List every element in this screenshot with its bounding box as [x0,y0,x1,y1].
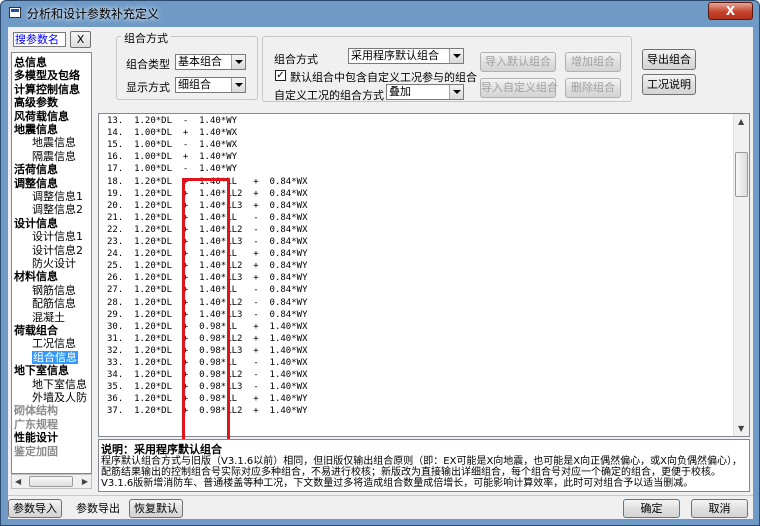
custom-combo-value: 叠加 [389,85,411,98]
search-input[interactable]: 搜参数名 [13,32,66,47]
import-default-button[interactable]: 导入默认组合 [480,52,556,72]
combination-row[interactable]: 15. 1.00*DL - 1.40*WX [107,139,237,151]
scroll-left-icon[interactable]: ◀ [15,477,21,486]
tree-category[interactable]: 砌体结构 [14,404,58,417]
description-text: 程序默认组合方式与旧版（V3.1.6以前）相同，但旧版仅输出组合原则（即：EX可… [101,456,743,489]
tree-item[interactable]: 设计信息1 [32,230,83,243]
ok-button[interactable]: 确定 [623,499,680,518]
custom-combo-label: 自定义工况的组合方式 [274,89,384,102]
tree-item[interactable]: 混凝土 [32,311,65,324]
delete-combo-button[interactable]: 删除组合 [565,78,621,98]
tree-category[interactable]: 荷载组合 [14,324,58,337]
param-tree[interactable]: 总信息 多模型及包络 计算控制信息 高级参数 风荷载信息 地震信息 地震信息 隔震信息 活荷信息… [11,52,92,474]
tree-item[interactable]: 组合信息 [32,350,78,364]
window-title: 分析和设计参数补充定义 [27,7,160,21]
tree-item[interactable]: 地震信息 [32,136,76,149]
chevron-down-icon[interactable] [449,49,463,63]
scroll-down-icon[interactable]: ▼ [738,424,744,433]
description-title: 说明：采用程序默认组合 [101,443,222,456]
add-combo-button[interactable]: 增加组合 [565,52,621,72]
tree-item[interactable]: 外墙及人防 [32,391,87,404]
title-bar[interactable]: 分析和设计参数补充定义 X [1,1,759,25]
tree-item[interactable]: 隔震信息 [32,150,76,163]
combo-type-select[interactable]: 基本组合 [175,54,246,70]
tree-category[interactable]: 材料信息 [14,270,58,283]
description-panel: 说明：采用程序默认组合 程序默认组合方式与旧版（V3.1.6以前）相同，但旧版仅… [98,439,750,492]
export-combo-button[interactable]: 导出组合 [642,49,696,70]
chevron-down-icon[interactable] [231,78,245,92]
tree-category[interactable]: 多模型及包络 [14,69,80,82]
param-export-button[interactable]: 参数导出 [71,499,125,518]
combo-method-select[interactable]: 采用程序默认组合 [348,48,464,64]
restore-default-button[interactable]: 恢复默认 [129,499,183,518]
chevron-down-icon[interactable] [231,55,245,69]
scroll-thumb[interactable] [29,476,73,487]
list-vertical-scrollbar[interactable]: ▲ ▼ [733,114,749,436]
tree-category[interactable]: 广东规程 [14,418,58,431]
tree-item[interactable]: 设计信息2 [32,244,83,257]
combo-type-label: 组合类型 [126,58,170,71]
custom-combo-select[interactable]: 叠加 [386,84,464,100]
tree-item[interactable]: 地下室信息 [32,378,87,391]
tree-item[interactable]: 配筋信息 [32,297,76,310]
combo-method-value: 采用程序默认组合 [351,49,439,62]
clear-search-button[interactable]: X [70,31,91,48]
include-custom-label: 默认组合中包含自定义工况参与的组合 [290,71,477,84]
display-mode-select[interactable]: 细组合 [175,77,246,93]
param-import-button[interactable]: 参数导入 [8,499,62,518]
tree-item[interactable]: 防火设计 [32,257,76,270]
tree-category[interactable]: 地震信息 [14,123,58,136]
tree-category[interactable]: 总信息 [14,56,47,69]
app-icon [9,7,21,18]
footer-divider [8,495,753,496]
combo-group-title: 组合方式 [121,30,171,46]
tree-item[interactable]: 调整信息1 [32,190,83,203]
tree-category[interactable]: 调整信息 [14,177,58,190]
import-custom-button[interactable]: 导入自定义组合 [480,78,558,98]
combination-row[interactable]: 16. 1.00*DL + 1.40*WY [107,151,237,163]
cancel-button[interactable]: 取消 [691,499,748,518]
tree-category[interactable]: 计算控制信息 [14,83,80,96]
scroll-right-icon[interactable]: ▶ [82,477,88,486]
include-custom-checkbox[interactable]: ✓ [275,70,286,81]
combo-method-label: 组合方式 [274,53,318,66]
display-mode-label: 显示方式 [126,81,170,94]
dialog-client: 搜参数名 X 总信息 多模型及包络 计算控制信息 高级参数 风荷载信息 地震信息 地震信息隔… [8,27,753,519]
tree-item[interactable]: 调整信息2 [32,203,83,216]
tree-category[interactable]: 设计信息 [14,217,58,230]
scroll-up-icon[interactable]: ▲ [738,117,744,126]
close-button[interactable]: X [708,2,753,20]
combo-type-value: 基本组合 [178,55,222,68]
tree-horizontal-scrollbar[interactable]: ◀ ▶ [11,474,92,489]
display-mode-value: 细组合 [178,78,211,91]
tree-category[interactable]: 鉴定加固 [14,445,58,458]
highlight-box [182,178,230,468]
tree-category[interactable]: 风荷载信息 [14,110,69,123]
combination-row[interactable]: 14. 1.00*DL + 1.40*WX [107,127,237,139]
tree-category[interactable]: 地下室信息 [14,364,69,377]
chevron-down-icon[interactable] [449,85,463,99]
tree-category[interactable]: 性能设计 [14,431,58,444]
dialog-window: 分析和设计参数补充定义 X 搜参数名 X 总信息 多模型及包络 计算控制信息 高级参数… [0,0,760,526]
tree-category[interactable]: 活荷信息 [14,163,58,176]
scroll-thumb[interactable] [735,152,748,197]
combination-row[interactable]: 17. 1.00*DL - 1.40*WY [107,163,237,175]
tree-item[interactable]: 工况信息 [32,337,76,350]
tree-category[interactable]: 高级参数 [14,96,58,109]
help-button[interactable]: 工况说明 [642,74,696,95]
tree-item[interactable]: 钢筋信息 [32,284,76,297]
combination-row[interactable]: 13. 1.20*DL - 1.40*WY [107,115,237,127]
